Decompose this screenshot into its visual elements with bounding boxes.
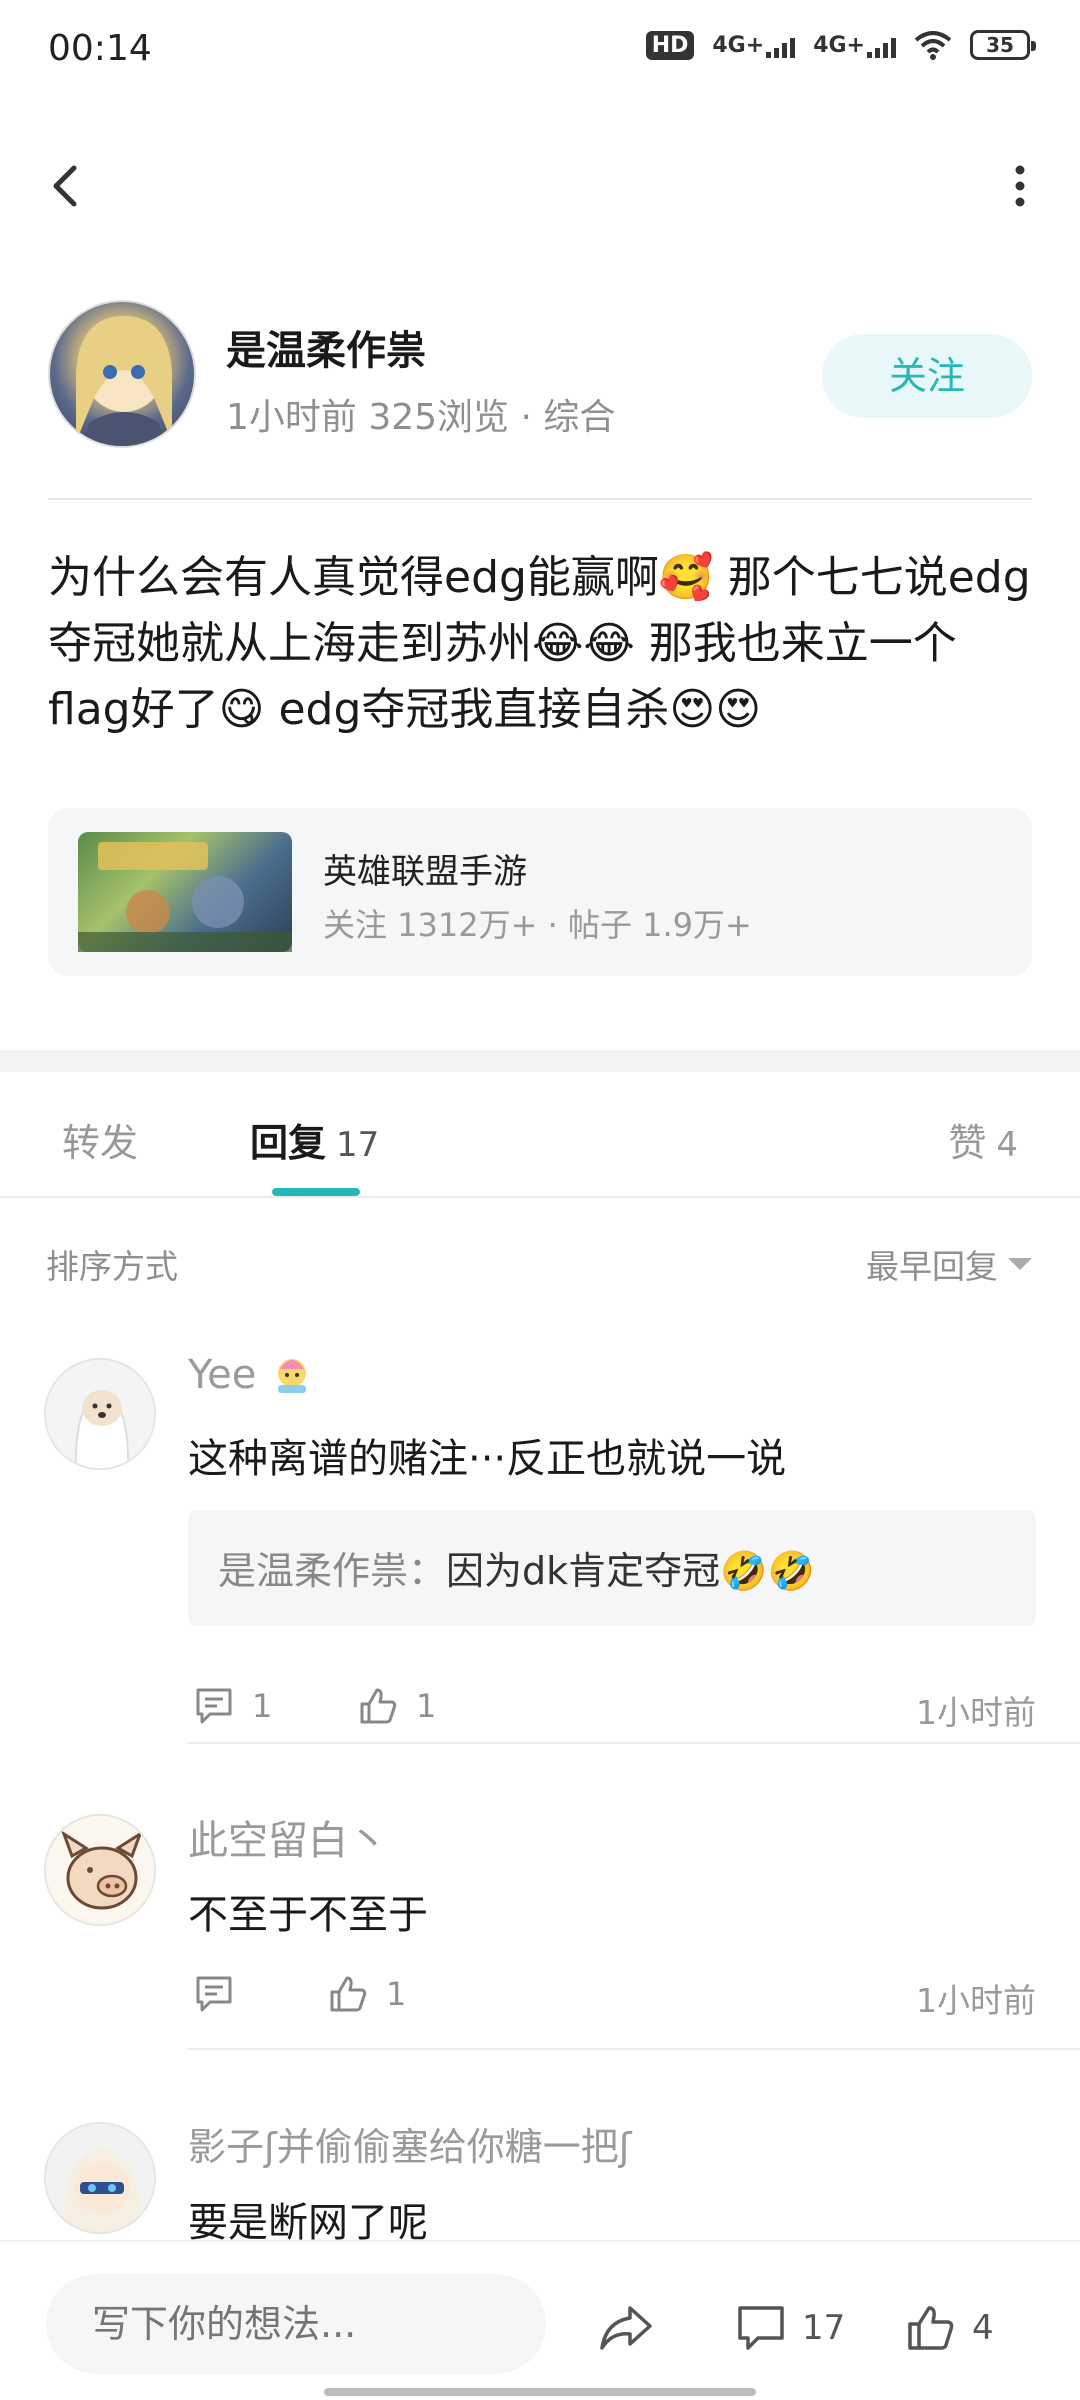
like-button[interactable]: 1 <box>326 1972 406 2016</box>
status-bar: 00:14 HD 4G+ 4G+ 35 <box>0 0 1080 100</box>
status-icons: HD 4G+ 4G+ 35 <box>645 30 1036 60</box>
reply-count: 17 <box>336 1125 380 1165</box>
comment-icon <box>196 1976 232 2012</box>
tab-forward[interactable]: 转发 <box>62 1112 138 1167</box>
comment-text: 要是断网了呢 <box>188 2200 428 2240</box>
divider <box>188 2048 1080 2050</box>
thumbs-up-icon <box>360 1688 397 1724</box>
commenter-name[interactable]: 影子ʃ并偷偷塞给你糖一把ʃ <box>188 2116 632 2171</box>
comment-time: 1小时前 <box>916 1693 1036 1732</box>
commenter-name[interactable]: 此空留白丶 <box>188 1808 388 1866</box>
quoted-author: 是温柔作祟： <box>218 1549 447 1593</box>
comment-actions: 1 1 1小时前 <box>188 1678 1036 1738</box>
forum-card[interactable]: 英雄联盟手游 关注 1312万+ · 帖子 1.9万+ <box>48 808 1032 976</box>
sort-label: 排序方式 <box>46 1247 178 1286</box>
author-avatar[interactable] <box>48 300 196 448</box>
forum-name: 英雄联盟手游 <box>323 852 527 892</box>
wifi-icon <box>914 31 952 60</box>
commenter-avatar[interactable] <box>44 1814 156 1926</box>
battery-icon: 35 <box>970 30 1036 60</box>
status-time: 00:14 <box>48 28 152 69</box>
like-post-button[interactable]: 4 <box>904 2302 994 2354</box>
author-name[interactable]: 是温柔作祟 <box>226 318 426 376</box>
follow-button[interactable]: 关注 <box>822 334 1032 418</box>
post-meta: 1小时前 325浏览 · 综合 <box>226 397 616 438</box>
share-button[interactable] <box>596 2302 656 2354</box>
user-badge-icon <box>278 1359 307 1393</box>
back-button[interactable] <box>38 150 98 220</box>
section-separator <box>0 1050 1080 1072</box>
tab-like[interactable]: 赞4 <box>948 1112 1018 1167</box>
reply-button[interactable] <box>192 1972 252 2016</box>
forum-stats: 关注 1312万+ · 帖子 1.9万+ <box>323 906 752 944</box>
comment-text: 这种离谱的赌注···反正也就说一说 <box>188 1436 787 1482</box>
bottom-action-bar: 17 4 <box>0 2240 1080 2400</box>
comment-item: Yee 这种离谱的赌注···反正也就说一说 是温柔作祟：因为dk肯定夺冠🤣🤣 1… <box>0 1352 1080 1752</box>
chevron-left-icon <box>53 165 77 207</box>
share-icon <box>600 2306 652 2350</box>
hd-icon: HD <box>645 30 695 60</box>
like-button[interactable]: 1 <box>356 1684 436 1728</box>
sort-dropdown[interactable]: 最早回复 <box>866 1240 1032 1288</box>
comment-actions: 1 1小时前 <box>188 1966 1036 2026</box>
author-row: 是温柔作祟 1小时前 325浏览 · 综合 关注 <box>48 300 1032 450</box>
comment-icon <box>196 1688 232 1724</box>
comment-item: 此空留白丶 不至于不至于 1 1小时前 <box>0 1808 1080 2068</box>
quoted-reply[interactable]: 是温柔作祟：因为dk肯定夺冠🤣🤣 <box>188 1510 1036 1626</box>
comment-time: 1小时前 <box>916 1981 1036 2020</box>
home-indicator <box>324 2388 756 2396</box>
like-count: 4 <box>996 1125 1018 1165</box>
comments-button[interactable]: 17 <box>734 2302 845 2354</box>
divider <box>48 498 1032 500</box>
forum-thumbnail <box>78 832 292 952</box>
interaction-tabs: 转发 回复 17 赞4 <box>0 1072 1080 1198</box>
comment-text: 不至于不至于 <box>188 1892 428 1938</box>
likes-count: 4 <box>972 2308 994 2348</box>
tab-reply[interactable]: 回复 17 <box>250 1112 379 1167</box>
commenter-avatar[interactable] <box>44 1358 156 1470</box>
chevron-down-icon <box>1008 1258 1032 1270</box>
signal-icon: 4G+ <box>712 33 796 58</box>
reply-button[interactable]: 1 <box>192 1684 272 1728</box>
top-bar <box>0 130 1080 240</box>
sort-row: 排序方式 最早回复 <box>0 1226 1080 1296</box>
quoted-text: 因为dk肯定夺冠🤣🤣 <box>446 1549 815 1593</box>
comments-count: 17 <box>802 2308 846 2348</box>
commenter-name[interactable]: Yee <box>188 1352 314 1398</box>
active-tab-indicator <box>272 1188 360 1196</box>
comment-input[interactable] <box>46 2274 546 2374</box>
comment-icon <box>738 2306 784 2350</box>
comment-item: 影子ʃ并偷偷塞给你糖一把ʃ 要是断网了呢 <box>0 2116 1080 2240</box>
thumbs-up-icon <box>908 2306 954 2350</box>
commenter-avatar[interactable] <box>44 2122 156 2234</box>
signal-icon-2: 4G+ <box>813 33 896 58</box>
more-options-button[interactable] <box>990 150 1050 220</box>
more-vertical-icon <box>1015 165 1025 207</box>
divider <box>188 1742 1080 1744</box>
post-content: 为什么会有人真觉得edg能赢啊🥰 那个七七说edg夺冠她就从上海走到苏州😂😂 那… <box>48 552 1031 735</box>
thumbs-up-icon <box>330 1976 367 2012</box>
